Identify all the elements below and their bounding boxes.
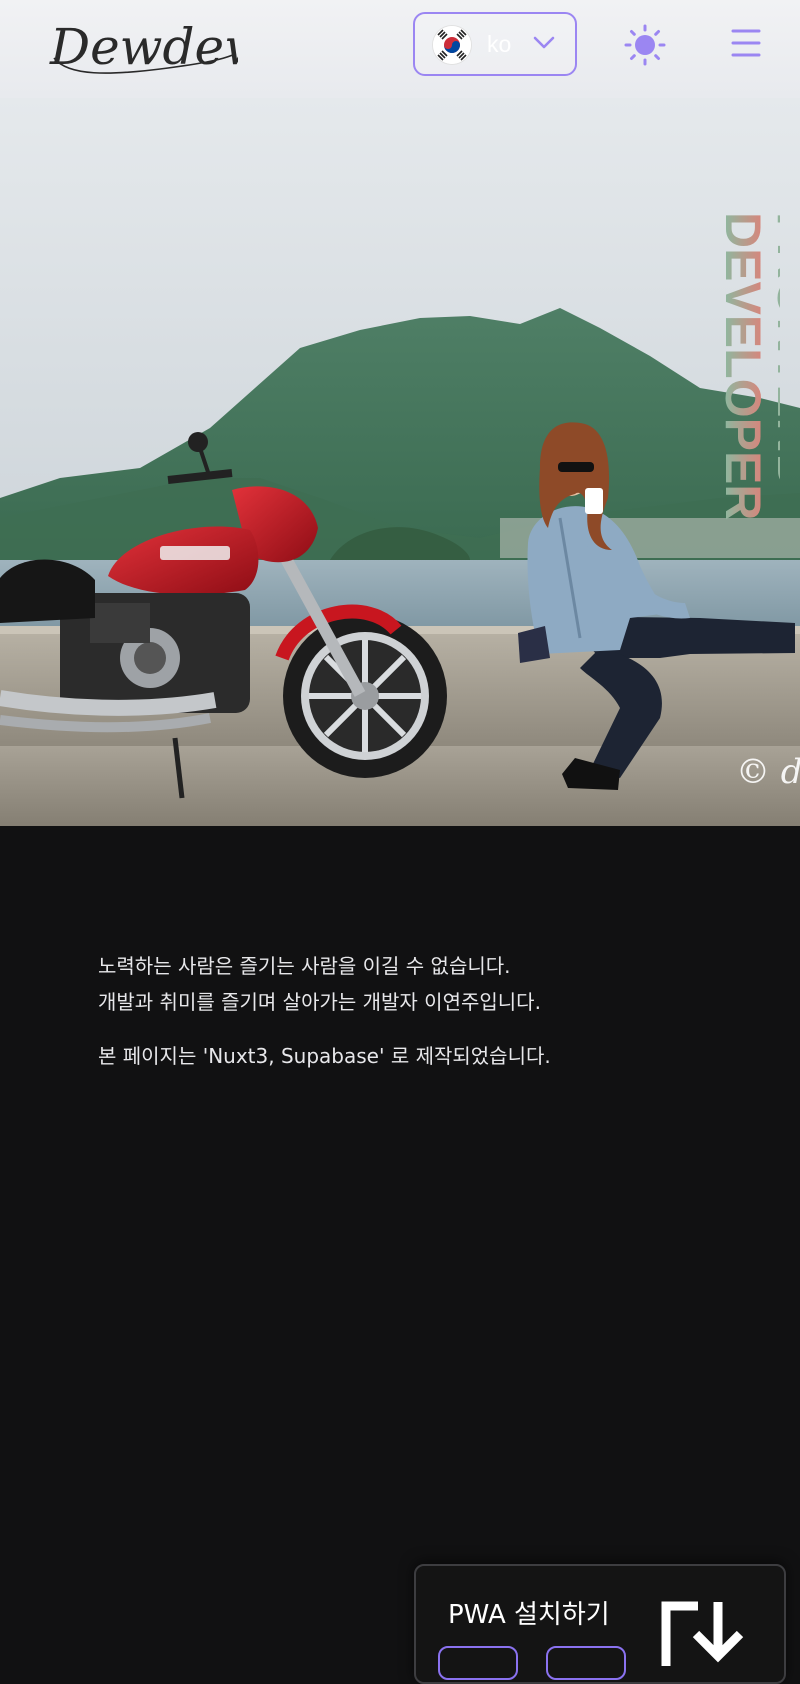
pwa-cancel-button[interactable] bbox=[546, 1646, 626, 1680]
language-code: ko bbox=[487, 31, 512, 57]
pwa-install-title: PWA 설치하기 bbox=[448, 1600, 610, 1630]
download-install-icon[interactable] bbox=[660, 1596, 760, 1666]
pwa-install-button[interactable] bbox=[438, 1646, 518, 1680]
language-select[interactable]: ko bbox=[413, 12, 577, 76]
hero-title-developer: DEVELOPER bbox=[715, 212, 771, 520]
south-korea-flag-icon bbox=[433, 26, 471, 64]
hamburger-menu-icon[interactable] bbox=[730, 26, 762, 60]
photo-watermark: © d bbox=[736, 752, 800, 792]
chevron-down-icon bbox=[533, 36, 555, 49]
svg-text:Dewdew: Dewdew bbox=[49, 18, 238, 76]
logo-wordmark: Dewdew bbox=[49, 18, 267, 76]
hero-banner: FRONTEND DEVELOPER bbox=[0, 98, 800, 826]
hero-title: FRONTEND DEVELOPER bbox=[670, 210, 800, 550]
intro-section: 노력하는 사람은 즐기는 사람을 이길 수 없습니다. 개발과 취미를 즐기며 … bbox=[98, 948, 738, 1074]
pwa-install-panel: PWA 설치하기 bbox=[414, 1564, 786, 1684]
built-with-text: 본 페이지는 'Nuxt3, Supabase' 로 제작되었습니다. bbox=[98, 1044, 551, 1068]
site-logo[interactable]: Dewdew bbox=[48, 6, 267, 86]
site-header: Dewdew ko bbox=[0, 0, 800, 98]
sun-icon[interactable] bbox=[624, 24, 666, 66]
intro-line-1: 노력하는 사람은 즐기는 사람을 이길 수 없습니다. bbox=[98, 954, 511, 978]
intro-line-2: 개발과 취미를 즐기며 살아가는 개발자 이연주입니다. bbox=[98, 990, 541, 1014]
